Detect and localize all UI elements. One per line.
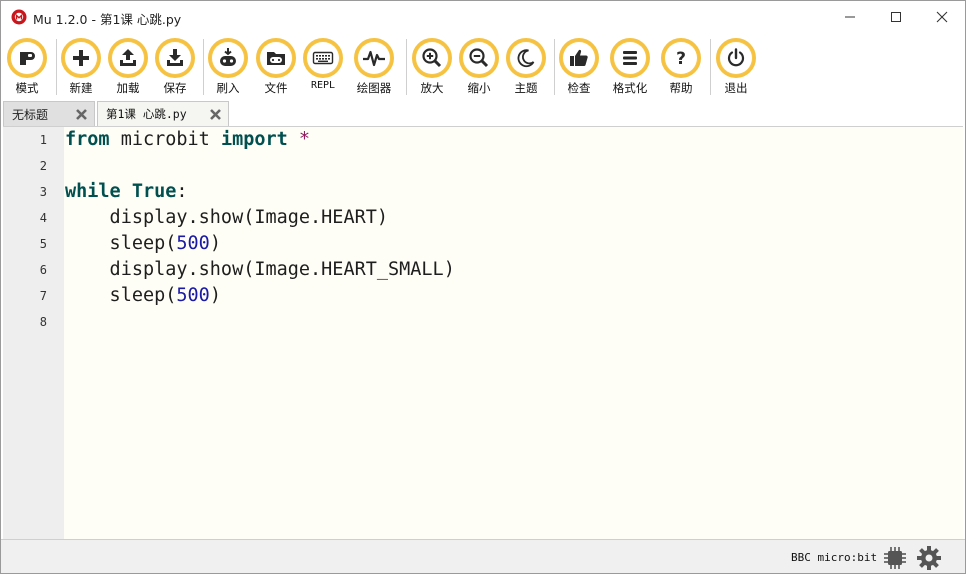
help-button[interactable]: ? 帮助 (657, 38, 705, 98)
line-number: 7 (39, 289, 47, 303)
code-line: from microbit import * (65, 129, 311, 150)
mode-indicator: BBC micro:bit (791, 551, 878, 564)
mu-editor-window: Mu 1.2.0 - 第1课 心跳.py 模式 新建 加载 保存 刷入 文件 R… (0, 0, 966, 574)
help-button-label: 帮助 (669, 81, 693, 95)
close-window-button[interactable] (919, 1, 965, 33)
mode-button-label: 模式 (15, 81, 39, 95)
mode-icon (20, 52, 35, 65)
moon-icon (517, 49, 535, 68)
tab-label: 第1课 心跳.py (106, 107, 187, 121)
tab-label: 无标题 (12, 107, 49, 122)
code-area[interactable]: from microbit import * while True: displ… (65, 127, 961, 539)
line-number: 4 (39, 211, 47, 225)
check-button[interactable]: 检查 (555, 38, 603, 98)
zoom-in-icon (422, 48, 442, 68)
line-number: 2 (39, 159, 47, 173)
quit-button[interactable]: 退出 (712, 38, 760, 98)
theme-button[interactable]: 主题 (502, 38, 550, 98)
svg-text:?: ? (676, 49, 686, 69)
flash-icon (220, 48, 236, 66)
title-bar: Mu 1.2.0 - 第1课 心跳.py (1, 1, 965, 33)
lines-icon (623, 51, 637, 65)
plotter-button-label: 绘图器 (356, 81, 392, 95)
mode-button[interactable]: 模式 (3, 38, 51, 98)
line-number: 5 (39, 237, 47, 251)
code-editor[interactable]: 1 2 3 4 5 6 7 8 from microbit import * w… (3, 126, 963, 539)
zoom-out-icon (469, 48, 489, 68)
question-icon: ? (676, 49, 686, 69)
upload-icon (120, 49, 136, 66)
plotter-button[interactable]: 绘图器 (350, 38, 398, 98)
line-number: 3 (39, 185, 47, 199)
repl-button[interactable]: REPL (299, 38, 347, 98)
pulse-icon (363, 50, 385, 67)
thumbs-up-icon (570, 49, 588, 66)
line-number: 8 (39, 315, 47, 329)
line-number: 6 (39, 263, 47, 277)
files-icon (267, 52, 285, 65)
close-icon (936, 11, 948, 23)
close-tab-icon[interactable] (75, 108, 88, 121)
download-icon (167, 49, 183, 66)
minimize-icon (845, 16, 855, 18)
theme-button-label: 主题 (514, 81, 538, 95)
line-number: 1 (39, 133, 47, 147)
maximize-icon (891, 12, 901, 22)
plus-icon (73, 50, 89, 66)
tab-bar: 无标题 第1课 心跳.py (1, 99, 965, 126)
code-line: sleep(500) (65, 233, 221, 254)
gear-icon[interactable] (916, 545, 942, 571)
toolbar: 模式 新建 加载 保存 刷入 文件 REPL 绘图器 放大 缩小 主题 检查 格… (1, 33, 965, 99)
keyboard-icon (312, 51, 334, 65)
maximize-button[interactable] (873, 1, 919, 33)
status-bar: BBC micro:bit (1, 539, 965, 573)
code-line: sleep(500) (65, 285, 221, 306)
close-tab-icon[interactable] (209, 108, 222, 121)
mu-logo-icon (11, 9, 27, 25)
quit-button-label: 退出 (724, 81, 748, 95)
flash-button[interactable]: 刷入 (204, 38, 252, 98)
save-button[interactable]: 保存 (151, 38, 199, 98)
window-title: Mu 1.2.0 - 第1课 心跳.py (33, 12, 182, 27)
code-line: display.show(Image.HEART_SMALL) (65, 259, 455, 280)
tab-lesson1-heartbeat[interactable]: 第1课 心跳.py (97, 101, 229, 126)
tab-untitled[interactable]: 无标题 (3, 101, 95, 126)
code-line: while True: (65, 181, 188, 202)
save-button-label: 保存 (163, 81, 187, 95)
chip-icon[interactable] (882, 545, 908, 571)
power-icon (727, 48, 745, 67)
line-number-gutter: 1 2 3 4 5 6 7 8 (3, 127, 64, 539)
minimize-button[interactable] (827, 1, 873, 33)
code-line: display.show(Image.HEART) (65, 207, 389, 228)
tidy-button[interactable]: 格式化 (606, 38, 654, 98)
